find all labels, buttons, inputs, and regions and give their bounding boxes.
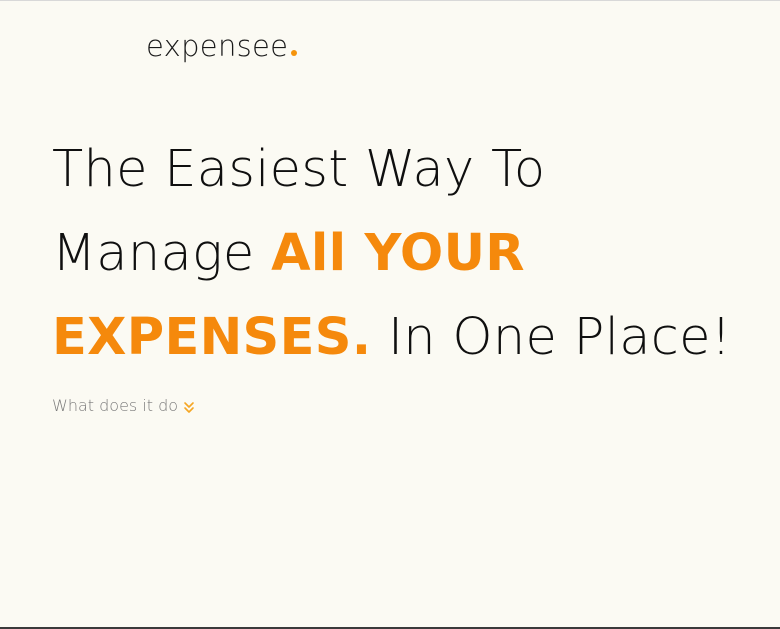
- what-does-it-do-label: What does it do: [52, 396, 179, 415]
- hero-line1: The Easiest Way To: [52, 140, 546, 199]
- hero-line2-accent: All YOUR: [271, 224, 525, 283]
- hero-line2-plain: Manage: [52, 224, 272, 283]
- hero-headline: The Easiest Way To Manage All YOUR EXPEN…: [52, 128, 732, 380]
- brand-logo[interactable]: expensee: [146, 29, 298, 63]
- top-border: [0, 0, 780, 1]
- hero-line3-accent: EXPENSES.: [52, 308, 372, 367]
- hero-line3-plain: In One Place!: [371, 308, 732, 367]
- brand-name: expensee: [146, 29, 289, 63]
- double-chevron-down-icon: [183, 401, 195, 415]
- brand-dot: [291, 50, 298, 56]
- what-does-it-do-link[interactable]: What does it do: [52, 396, 195, 415]
